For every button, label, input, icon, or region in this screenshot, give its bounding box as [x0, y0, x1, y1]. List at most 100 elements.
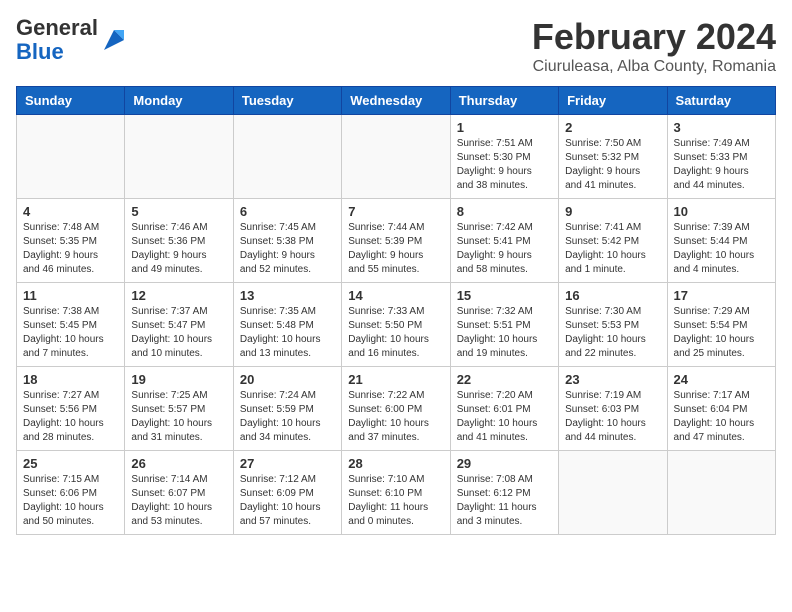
day-info: Sunrise: 7:42 AM Sunset: 5:41 PM Dayligh…: [457, 221, 552, 277]
calendar-cell: 19Sunrise: 7:25 AM Sunset: 5:57 PM Dayli…: [125, 367, 233, 451]
day-number: 7: [348, 204, 443, 219]
day-info: Sunrise: 7:15 AM Sunset: 6:06 PM Dayligh…: [23, 473, 118, 529]
day-number: 17: [674, 288, 769, 303]
day-number: 3: [674, 120, 769, 135]
day-number: 6: [240, 204, 335, 219]
calendar-cell: 18 Sunrise: 7:27 AM Sunset: 5:56 PM Dayli…: [17, 367, 125, 451]
calendar-body: 1Sunrise: 7:51 AM Sunset: 5:30 PM Daylig…: [17, 115, 776, 535]
day-number: 1: [457, 120, 552, 135]
calendar-cell: 1Sunrise: 7:51 AM Sunset: 5:30 PM Daylig…: [450, 115, 558, 199]
day-number: 2: [565, 120, 660, 135]
logo-icon: [100, 26, 128, 54]
day-number: 20: [240, 372, 335, 387]
day-info: Sunrise: 7:32 AM Sunset: 5:51 PM Dayligh…: [457, 305, 552, 361]
week-row-4: 18 Sunrise: 7:27 AM Sunset: 5:56 PM Dayli…: [17, 367, 776, 451]
calendar-cell: 14 Sunrise: 7:33 AM Sunset: 5:50 PM Dayli…: [342, 283, 450, 367]
day-info: Sunrise: 7:24 AM Sunset: 5:59 PM Dayligh…: [240, 389, 335, 445]
day-number: 24: [674, 372, 769, 387]
logo-blue: Blue: [16, 39, 64, 64]
calendar-cell: 17 Sunrise: 7:29 AM Sunset: 5:54 PM Dayli…: [667, 283, 775, 367]
day-number: 28: [348, 456, 443, 471]
calendar-cell: 13 Sunrise: 7:35 AM Sunset: 5:48 PM Dayli…: [233, 283, 341, 367]
day-info: Sunrise: 7:17 AM Sunset: 6:04 PM Dayligh…: [674, 389, 769, 445]
calendar-cell: 24 Sunrise: 7:17 AM Sunset: 6:04 PM Dayli…: [667, 367, 775, 451]
calendar-table: SundayMondayTuesdayWednesdayThursdayFrid…: [16, 86, 776, 535]
page-header: General Blue February 2024 Ciuruleasa, A…: [16, 16, 776, 76]
day-info: Sunrise: 7:33 AM Sunset: 5:50 PM Dayligh…: [348, 305, 443, 361]
calendar-cell: 10Sunrise: 7:39 AM Sunset: 5:44 PM Dayli…: [667, 199, 775, 283]
calendar-cell: 26 Sunrise: 7:14 AM Sunset: 6:07 PM Dayli…: [125, 451, 233, 535]
day-number: 27: [240, 456, 335, 471]
title-location: Ciuruleasa, Alba County, Romania: [532, 58, 776, 76]
weekday-sunday: Sunday: [17, 87, 125, 115]
day-number: 18: [23, 372, 118, 387]
calendar-cell: [667, 451, 775, 535]
week-row-2: 4 Sunrise: 7:48 AM Sunset: 5:35 PM Daylig…: [17, 199, 776, 283]
day-number: 22: [457, 372, 552, 387]
day-info: Sunrise: 7:46 AM Sunset: 5:36 PM Dayligh…: [131, 221, 226, 277]
day-info: Sunrise: 7:48 AM Sunset: 5:35 PM Dayligh…: [23, 221, 118, 277]
calendar-cell: [559, 451, 667, 535]
week-row-5: 25 Sunrise: 7:15 AM Sunset: 6:06 PM Dayli…: [17, 451, 776, 535]
day-number: 11: [23, 288, 118, 303]
calendar-cell: 4 Sunrise: 7:48 AM Sunset: 5:35 PM Daylig…: [17, 199, 125, 283]
calendar-cell: 27 Sunrise: 7:12 AM Sunset: 6:09 PM Dayli…: [233, 451, 341, 535]
calendar-cell: [17, 115, 125, 199]
day-info: Sunrise: 7:12 AM Sunset: 6:09 PM Dayligh…: [240, 473, 335, 529]
day-info: Sunrise: 7:10 AM Sunset: 6:10 PM Dayligh…: [348, 473, 443, 529]
day-info: Sunrise: 7:30 AM Sunset: 5:53 PM Dayligh…: [565, 305, 660, 361]
calendar-cell: 9Sunrise: 7:41 AM Sunset: 5:42 PM Daylig…: [559, 199, 667, 283]
calendar-cell: 23 Sunrise: 7:19 AM Sunset: 6:03 PM Dayli…: [559, 367, 667, 451]
weekday-tuesday: Tuesday: [233, 87, 341, 115]
day-number: 14: [348, 288, 443, 303]
calendar-cell: 29 Sunrise: 7:08 AM Sunset: 6:12 PM Dayli…: [450, 451, 558, 535]
day-info: Sunrise: 7:08 AM Sunset: 6:12 PM Dayligh…: [457, 473, 552, 529]
day-info: Sunrise: 7:41 AM Sunset: 5:42 PM Dayligh…: [565, 221, 660, 277]
day-info: Sunrise: 7:29 AM Sunset: 5:54 PM Dayligh…: [674, 305, 769, 361]
calendar-cell: 25 Sunrise: 7:15 AM Sunset: 6:06 PM Dayli…: [17, 451, 125, 535]
day-info: Sunrise: 7:19 AM Sunset: 6:03 PM Dayligh…: [565, 389, 660, 445]
calendar-cell: 3 Sunrise: 7:49 AM Sunset: 5:33 PM Daylig…: [667, 115, 775, 199]
day-number: 25: [23, 456, 118, 471]
day-info: Sunrise: 7:14 AM Sunset: 6:07 PM Dayligh…: [131, 473, 226, 529]
day-info: Sunrise: 7:22 AM Sunset: 6:00 PM Dayligh…: [348, 389, 443, 445]
day-info: Sunrise: 7:38 AM Sunset: 5:45 PM Dayligh…: [23, 305, 118, 361]
day-info: Sunrise: 7:49 AM Sunset: 5:33 PM Dayligh…: [674, 137, 769, 193]
day-number: 23: [565, 372, 660, 387]
day-number: 21: [348, 372, 443, 387]
day-info: Sunrise: 7:44 AM Sunset: 5:39 PM Dayligh…: [348, 221, 443, 277]
calendar-cell: [125, 115, 233, 199]
day-number: 13: [240, 288, 335, 303]
weekday-saturday: Saturday: [667, 87, 775, 115]
title-block: February 2024 Ciuruleasa, Alba County, R…: [532, 16, 776, 76]
calendar-cell: 22 Sunrise: 7:20 AM Sunset: 6:01 PM Dayli…: [450, 367, 558, 451]
calendar-cell: [342, 115, 450, 199]
day-info: Sunrise: 7:20 AM Sunset: 6:01 PM Dayligh…: [457, 389, 552, 445]
logo-general: General: [16, 15, 98, 40]
day-number: 29: [457, 456, 552, 471]
calendar-cell: 2Sunrise: 7:50 AM Sunset: 5:32 PM Daylig…: [559, 115, 667, 199]
title-month: February 2024: [532, 16, 776, 58]
calendar-cell: 8 Sunrise: 7:42 AM Sunset: 5:41 PM Daylig…: [450, 199, 558, 283]
day-number: 10: [674, 204, 769, 219]
day-number: 5: [131, 204, 226, 219]
day-number: 12: [131, 288, 226, 303]
day-info: Sunrise: 7:35 AM Sunset: 5:48 PM Dayligh…: [240, 305, 335, 361]
day-number: 19: [131, 372, 226, 387]
calendar-cell: 5 Sunrise: 7:46 AM Sunset: 5:36 PM Daylig…: [125, 199, 233, 283]
weekday-header-row: SundayMondayTuesdayWednesdayThursdayFrid…: [17, 87, 776, 115]
day-info: Sunrise: 7:27 AM Sunset: 5:56 PM Dayligh…: [23, 389, 118, 445]
day-number: 15: [457, 288, 552, 303]
calendar-cell: 7 Sunrise: 7:44 AM Sunset: 5:39 PM Daylig…: [342, 199, 450, 283]
calendar-cell: 20 Sunrise: 7:24 AM Sunset: 5:59 PM Dayli…: [233, 367, 341, 451]
weekday-friday: Friday: [559, 87, 667, 115]
calendar-cell: 16Sunrise: 7:30 AM Sunset: 5:53 PM Dayli…: [559, 283, 667, 367]
logo-text: General Blue: [16, 16, 98, 64]
calendar-cell: 6Sunrise: 7:45 AM Sunset: 5:38 PM Daylig…: [233, 199, 341, 283]
calendar-cell: 15 Sunrise: 7:32 AM Sunset: 5:51 PM Dayli…: [450, 283, 558, 367]
day-number: 4: [23, 204, 118, 219]
calendar-cell: 21 Sunrise: 7:22 AM Sunset: 6:00 PM Dayli…: [342, 367, 450, 451]
calendar-cell: 11 Sunrise: 7:38 AM Sunset: 5:45 PM Dayli…: [17, 283, 125, 367]
day-number: 8: [457, 204, 552, 219]
day-number: 26: [131, 456, 226, 471]
